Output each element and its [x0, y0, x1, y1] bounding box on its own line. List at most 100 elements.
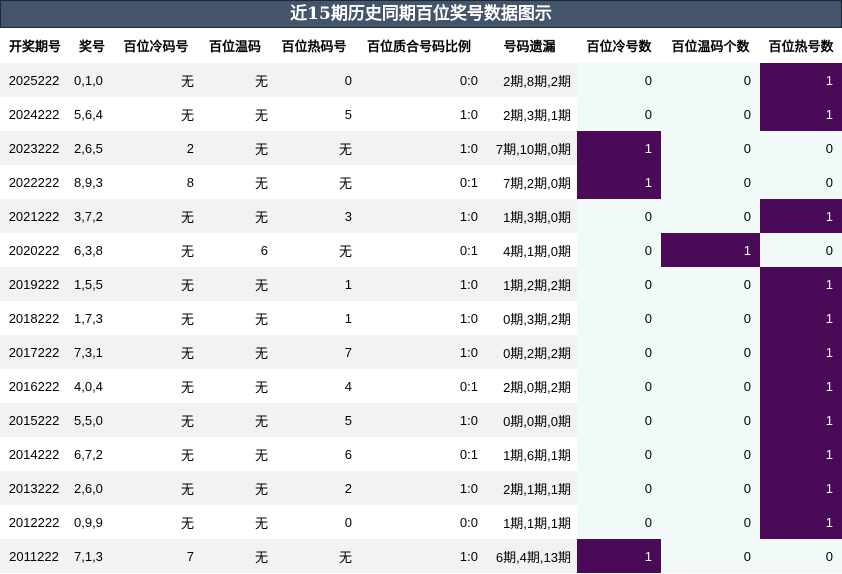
- cell-missing: 0期,3期,2期: [482, 301, 577, 335]
- cell-cold-code: 无: [114, 199, 198, 233]
- cell-period: 2018222: [0, 301, 70, 335]
- cell-hot-count: 1: [760, 301, 842, 335]
- cell-warm-code: 无: [198, 437, 272, 471]
- cell-period: 2025222: [0, 63, 70, 97]
- cell-cold-count: 1: [577, 539, 661, 573]
- cell-cold-count: 1: [577, 165, 661, 199]
- header-period: 开奖期号: [0, 28, 70, 63]
- cell-hot-code: 5: [272, 97, 356, 131]
- cell-warm-count: 0: [661, 63, 760, 97]
- cell-numbers: 5,6,4: [70, 97, 114, 131]
- cell-warm-code: 无: [198, 199, 272, 233]
- cell-cold-code: 无: [114, 233, 198, 267]
- cell-warm-count: 0: [661, 199, 760, 233]
- cell-warm-count: 0: [661, 403, 760, 437]
- cell-period: 2017222: [0, 335, 70, 369]
- cell-hot-count: 0: [760, 233, 842, 267]
- cell-prime-ratio: 1:0: [356, 403, 482, 437]
- table-title: 近15期历史同期百位奖号数据图示: [0, 0, 842, 28]
- cell-hot-code: 1: [272, 267, 356, 301]
- cell-warm-code: 无: [198, 403, 272, 437]
- cell-prime-ratio: 1:0: [356, 301, 482, 335]
- cell-warm-code: 无: [198, 267, 272, 301]
- cell-numbers: 7,3,1: [70, 335, 114, 369]
- cell-cold-code: 无: [114, 505, 198, 539]
- header-row: 开奖期号 奖号 百位冷码号 百位温码 百位热码号 百位质合号码比例 号码遗漏 百…: [0, 28, 842, 63]
- cell-missing: 1期,3期,0期: [482, 199, 577, 233]
- cell-warm-count: 0: [661, 437, 760, 471]
- cell-cold-code: 无: [114, 369, 198, 403]
- cell-warm-code: 无: [198, 505, 272, 539]
- cell-prime-ratio: 1:0: [356, 471, 482, 505]
- cell-cold-count: 0: [577, 267, 661, 301]
- cell-prime-ratio: 1:0: [356, 97, 482, 131]
- cell-prime-ratio: 0:1: [356, 165, 482, 199]
- cell-cold-count: 0: [577, 369, 661, 403]
- table-row: 2019222 1,5,5 无无 1 1:0 1期,2期,2期 0 0 1: [0, 267, 842, 301]
- cell-missing: 4期,1期,0期: [482, 233, 577, 267]
- cell-hot-count: 0: [760, 131, 842, 165]
- cell-warm-code: 6: [198, 233, 272, 267]
- cell-numbers: 5,5,0: [70, 403, 114, 437]
- cell-hot-count: 1: [760, 97, 842, 131]
- cell-cold-code: 无: [114, 267, 198, 301]
- header-cold-code: 百位冷码号: [114, 28, 198, 63]
- cell-hot-code: 7: [272, 335, 356, 369]
- cell-warm-code: 无: [198, 471, 272, 505]
- cell-cold-code: 7: [114, 539, 198, 573]
- cell-warm-count: 0: [661, 165, 760, 199]
- header-hot-code: 百位热码号: [272, 28, 356, 63]
- lottery-data-table: 开奖期号 奖号 百位冷码号 百位温码 百位热码号 百位质合号码比例 号码遗漏 百…: [0, 28, 842, 573]
- cell-hot-code: 无: [272, 165, 356, 199]
- cell-cold-count: 0: [577, 199, 661, 233]
- cell-cold-count: 0: [577, 335, 661, 369]
- table-row: 2023222 2,6,5 2 无无 1:0 7期,10期,0期 1 0 0: [0, 131, 842, 165]
- cell-hot-code: 2: [272, 471, 356, 505]
- cell-period: 2015222: [0, 403, 70, 437]
- header-missing: 号码遗漏: [482, 28, 577, 63]
- cell-hot-code: 1: [272, 301, 356, 335]
- cell-hot-code: 0: [272, 63, 356, 97]
- table-row: 2017222 7,3,1 无无 7 1:0 0期,2期,2期 0 0 1: [0, 335, 842, 369]
- cell-cold-count: 1: [577, 131, 661, 165]
- cell-cold-count: 0: [577, 233, 661, 267]
- cell-hot-count: 1: [760, 471, 842, 505]
- cell-hot-count: 1: [760, 63, 842, 97]
- cell-missing: 2期,1期,1期: [482, 471, 577, 505]
- table-row: 2025222 0,1,0 无无 0 0:0 2期,8期,2期 0 0 1: [0, 63, 842, 97]
- header-warm-count: 百位温码个数: [661, 28, 760, 63]
- cell-missing: 0期,0期,0期: [482, 403, 577, 437]
- cell-cold-count: 0: [577, 437, 661, 471]
- cell-hot-count: 1: [760, 335, 842, 369]
- cell-period: 2011222: [0, 539, 70, 573]
- cell-prime-ratio: 0:1: [356, 437, 482, 471]
- cell-numbers: 3,7,2: [70, 199, 114, 233]
- cell-hot-count: 1: [760, 437, 842, 471]
- cell-cold-code: 无: [114, 301, 198, 335]
- cell-period: 2022222: [0, 165, 70, 199]
- cell-missing: 7期,10期,0期: [482, 131, 577, 165]
- cell-warm-code: 无: [198, 97, 272, 131]
- table-row: 2011222 7,1,3 7 无无 1:0 6期,4期,13期 1 0 0: [0, 539, 842, 573]
- cell-period: 2023222: [0, 131, 70, 165]
- cell-prime-ratio: 1:0: [356, 267, 482, 301]
- cell-numbers: 7,1,3: [70, 539, 114, 573]
- table-row: 2012222 0,9,9 无无 0 0:0 1期,1期,1期 0 0 1: [0, 505, 842, 539]
- cell-warm-count: 0: [661, 97, 760, 131]
- cell-cold-code: 无: [114, 335, 198, 369]
- cell-cold-count: 0: [577, 505, 661, 539]
- cell-cold-count: 0: [577, 471, 661, 505]
- header-warm-code: 百位温码: [198, 28, 272, 63]
- cell-cold-count: 0: [577, 301, 661, 335]
- cell-missing: 2期,3期,1期: [482, 97, 577, 131]
- cell-hot-code: 4: [272, 369, 356, 403]
- cell-hot-count: 0: [760, 539, 842, 573]
- table-row: 2014222 6,7,2 无无 6 0:1 1期,6期,1期 0 0 1: [0, 437, 842, 471]
- cell-numbers: 4,0,4: [70, 369, 114, 403]
- cell-cold-code: 无: [114, 403, 198, 437]
- cell-warm-count: 0: [661, 131, 760, 165]
- cell-missing: 0期,2期,2期: [482, 335, 577, 369]
- cell-period: 2019222: [0, 267, 70, 301]
- cell-hot-count: 0: [760, 165, 842, 199]
- cell-missing: 1期,6期,1期: [482, 437, 577, 471]
